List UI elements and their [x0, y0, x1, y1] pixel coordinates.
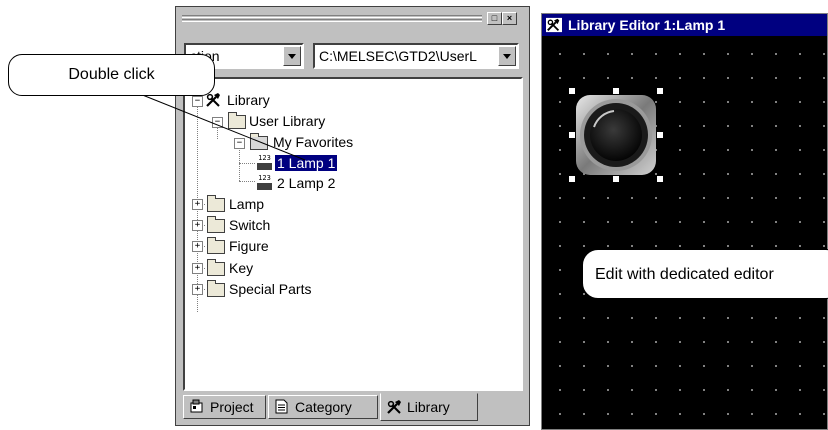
editor-title: Library Editor 1:Lamp 1	[568, 17, 726, 33]
resize-handle[interactable]	[657, 176, 663, 182]
resize-handle[interactable]	[613, 176, 619, 182]
tree-node-category[interactable]: Switch	[229, 216, 270, 234]
library-editor-window: Library Editor 1:Lamp 1	[541, 13, 828, 430]
callout-double-click: Double click	[8, 54, 215, 96]
lamp-icon	[576, 95, 656, 175]
expand-toggle[interactable]: +	[192, 263, 203, 274]
folder-icon	[207, 195, 225, 212]
tree-node-label: User Library	[249, 113, 326, 129]
folder-icon	[228, 112, 246, 129]
tree-node-category[interactable]: Special Parts	[229, 280, 311, 298]
tools-icon	[546, 17, 562, 33]
restore-button[interactable]: □	[487, 12, 502, 25]
tree-item-lamp-2[interactable]: 2 Lamp 2	[277, 174, 335, 192]
tab-label: Project	[210, 399, 254, 415]
callout-text: Edit with dedicated editor	[595, 266, 774, 283]
tools-icon	[206, 93, 220, 107]
tab-library[interactable]: Library	[380, 393, 478, 421]
folder-open-icon	[250, 133, 268, 150]
lamp-part[interactable]	[569, 88, 663, 182]
tree-node-category[interactable]: Key	[229, 259, 253, 277]
tree-node-label: Key	[229, 260, 254, 276]
expand-toggle[interactable]: +	[192, 199, 203, 210]
folder-icon	[207, 259, 225, 276]
tree-node-label: Switch	[229, 217, 271, 233]
tree-node-category[interactable]: Figure	[229, 237, 269, 255]
path-select[interactable]: C:\MELSEC\GTD2\UserL	[313, 43, 519, 69]
path-value: C:\MELSEC\GTD2\UserL	[319, 48, 477, 64]
resize-handle[interactable]	[657, 88, 663, 94]
part-icon: 123	[257, 175, 272, 190]
tab-category[interactable]: Category	[268, 395, 378, 419]
document-icon	[275, 399, 288, 414]
tree-node-label: 1 Lamp 1	[275, 155, 338, 171]
resize-handle[interactable]	[613, 88, 619, 94]
resize-handle[interactable]	[657, 132, 663, 138]
chevron-down-icon[interactable]	[498, 46, 516, 66]
tree-node-label: My Favorites	[273, 134, 354, 150]
panel-grip[interactable]	[182, 15, 482, 24]
tree-node-label: Figure	[229, 238, 269, 254]
tree-node-label: Special Parts	[229, 281, 312, 297]
tree-node-label: 2 Lamp 2	[277, 175, 336, 191]
part-icon-number: 123	[258, 154, 271, 162]
callout-edit: Edit with dedicated editor	[582, 249, 828, 299]
part-icon-number: 123	[258, 174, 271, 182]
editor-canvas[interactable]	[542, 36, 827, 429]
close-button[interactable]: ×	[502, 12, 517, 25]
folder-icon	[207, 237, 225, 254]
collapse-my-favorites-toggle[interactable]: −	[234, 138, 245, 149]
tab-project[interactable]: Project	[183, 395, 266, 419]
resize-handle[interactable]	[569, 132, 575, 138]
folder-icon	[207, 280, 225, 297]
library-tree: − Library − User Library − My Favorites …	[183, 77, 523, 391]
tree-node-label: Library	[227, 92, 270, 108]
editor-title-bar[interactable]: Library Editor 1:Lamp 1	[542, 14, 827, 36]
collapse-library-toggle[interactable]: −	[192, 96, 203, 107]
collapse-user-library-toggle[interactable]: −	[212, 117, 223, 128]
part-icon: 123	[257, 155, 272, 170]
resize-handle[interactable]	[569, 176, 575, 182]
tab-label: Library	[407, 399, 450, 415]
expand-toggle[interactable]: +	[192, 220, 203, 231]
tree-node-user-library[interactable]: User Library	[249, 112, 325, 130]
project-icon	[190, 399, 203, 413]
tools-icon	[387, 400, 401, 414]
tree-node-label: Lamp	[229, 196, 265, 212]
tree-node-my-favorites[interactable]: My Favorites	[273, 133, 353, 151]
tab-label: Category	[295, 399, 352, 415]
tree-item-lamp-1[interactable]: 1 Lamp 1	[275, 154, 338, 172]
tree-node-category[interactable]: Lamp	[229, 195, 264, 213]
expand-toggle[interactable]: +	[192, 284, 203, 295]
chevron-down-icon[interactable]	[283, 46, 301, 66]
resize-handle[interactable]	[569, 88, 575, 94]
expand-toggle[interactable]: +	[192, 241, 203, 252]
callout-text: Double click	[68, 66, 155, 83]
library-panel: □ × ction C:\MELSEC\GTD2\UserL − Libr	[175, 6, 530, 426]
folder-icon	[207, 216, 225, 233]
